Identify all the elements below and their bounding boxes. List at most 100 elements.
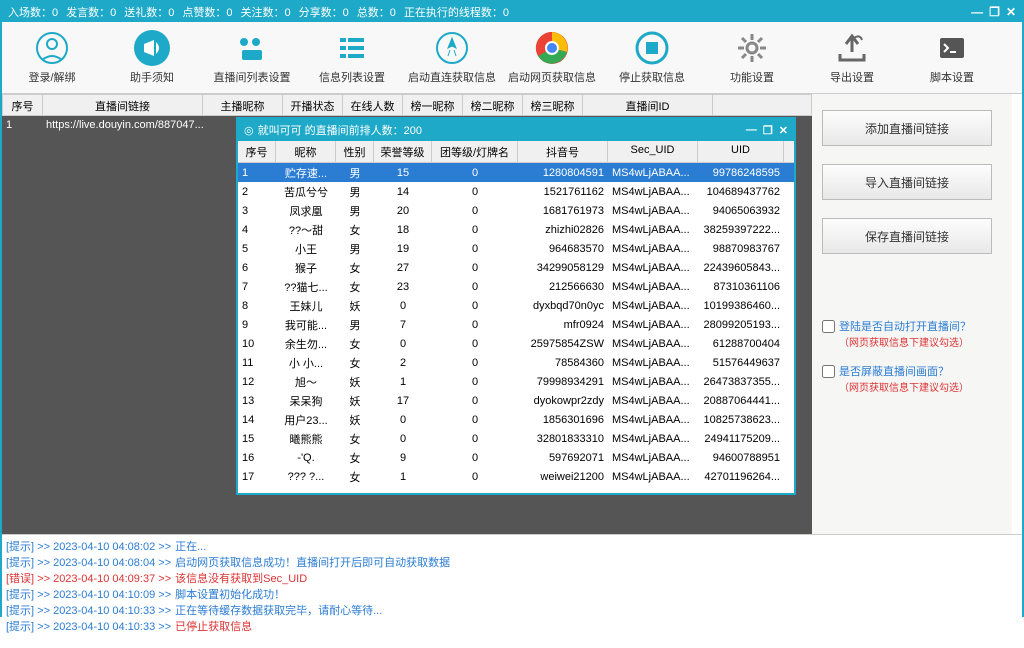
mcol-gender[interactable]: 性别 (336, 141, 374, 162)
stat-enter: 入场数：0 (8, 4, 58, 20)
check-autoopen-hint: （网页获取信息下建议勾选） (839, 334, 971, 349)
check-autoopen-label: 登陆是否自动打开直播间？ (839, 318, 971, 334)
assist-button[interactable]: 助手须知 (102, 26, 202, 89)
cell-sec: MS4wLjABAA... (608, 414, 698, 426)
mcol-nick[interactable]: 昵称 (276, 141, 336, 162)
cell-team: 0 (432, 319, 518, 331)
cell-douyin: dyxbqd70n0yc (518, 300, 608, 312)
roomlist-button[interactable]: 直播间列表设置 (202, 26, 302, 89)
col-status[interactable]: 开播状态 (283, 95, 343, 115)
modal-close-button[interactable]: ✕ (779, 124, 788, 137)
cell-honor: 17 (374, 395, 432, 407)
cell-sec: MS4wLjABAA... (608, 205, 698, 217)
cell-gender: 女 (336, 450, 374, 466)
stat-gift: 送礼数：0 (124, 4, 174, 20)
col-rank1[interactable]: 榜一昵称 (403, 95, 463, 115)
start-web-button[interactable]: 启动网页获取信息 (502, 26, 602, 89)
cell-nick: 我可能... (276, 317, 336, 333)
log-message: 脚本设置初始化成功！ (175, 587, 285, 603)
modal-row[interactable]: 7??猫七...女230212566630MS4wLjABAA...873103… (238, 277, 794, 296)
check-block-video-box[interactable] (822, 365, 835, 378)
modal-title-bar[interactable]: ◎ 就叫可可 的直播间前排人数：200 — ❐ ✕ (238, 119, 794, 141)
rocket-icon (434, 30, 470, 66)
mcol-uid[interactable]: UID (698, 141, 784, 162)
add-link-button[interactable]: 添加直播间链接 (822, 110, 992, 146)
cell-link: https://live.douyin.com/887047... (42, 119, 222, 131)
col-rank3[interactable]: 榜三昵称 (523, 95, 583, 115)
cell-team: 0 (432, 357, 518, 369)
modal-row[interactable]: 11小 小...女2078584360MS4wLjABAA...51576449… (238, 353, 794, 372)
cell-nick: -'Q. (276, 452, 336, 464)
log-prefix: [提示] >> 2023-04-10 04:08:02 >> (6, 539, 171, 555)
cell-honor: 9 (374, 452, 432, 464)
cell-douyin: 1681761973 (518, 205, 608, 217)
modal-row[interactable]: 13呆呆狗妖170dyokowpr2zdyMS4wLjABAA...208870… (238, 391, 794, 410)
cell-uid: 94065063932 (698, 205, 784, 217)
modal-row[interactable]: 1贮存速...男1501280804591MS4wLjABAA...997862… (238, 163, 794, 182)
save-link-button[interactable]: 保存直播间链接 (822, 218, 992, 254)
cell-seq: 8 (238, 300, 276, 312)
modal-row[interactable]: 8王妹儿妖00dyxbqd70n0ycMS4wLjABAA...10199386… (238, 296, 794, 315)
modal-row[interactable]: 12旭～妖1079998934291MS4wLjABAA...264738373… (238, 372, 794, 391)
mcol-sec[interactable]: Sec_UID (608, 141, 698, 162)
cell-team: 0 (432, 281, 518, 293)
cell-honor: 2 (374, 357, 432, 369)
log-message: 已停止获取信息 (175, 619, 252, 635)
modal-body[interactable]: 1贮存速...男1501280804591MS4wLjABAA...997862… (238, 163, 794, 493)
modal-row[interactable]: 17??? ?...女10weiwei21200MS4wLjABAA...427… (238, 467, 794, 486)
modal-row[interactable]: 14用户23...妖001856301696MS4wLjABAA...10825… (238, 410, 794, 429)
func-button[interactable]: 功能设置 (702, 26, 802, 89)
cell-gender: 女 (336, 336, 374, 352)
import-link-button[interactable]: 导入直播间链接 (822, 164, 992, 200)
log-message: 该信息没有获取到Sec_UID (175, 571, 307, 587)
modal-row[interactable]: 15曦熊熊女0032801833310MS4wLjABAA...24941175… (238, 429, 794, 448)
modal-row[interactable]: 10余生勿...女0025975854ZSWMS4wLjABAA...61288… (238, 334, 794, 353)
modal-row[interactable]: 9我可能...男70mfr0924MS4wLjABAA...2809920519… (238, 315, 794, 334)
check-autoopen-box[interactable] (822, 320, 835, 333)
modal-maximize-button[interactable]: ❐ (763, 124, 773, 137)
cell-honor: 0 (374, 300, 432, 312)
log-line: [提示] >> 2023-04-10 04:10:09 >>脚本设置初始化成功！ (6, 587, 1018, 603)
check-block-video[interactable]: 是否屏蔽直播间画面？ （网页获取信息下建议勾选） (822, 363, 1002, 394)
modal-minimize-button[interactable]: — (746, 124, 757, 137)
mcol-douyin[interactable]: 抖音号 (518, 141, 608, 162)
window-controls: — ❐ ✕ (971, 5, 1016, 19)
mcol-seq[interactable]: 序号 (238, 141, 276, 162)
modal-row[interactable]: 6猴子女27034299058129MS4wLjABAA...224396058… (238, 258, 794, 277)
modal-row[interactable]: 4??～甜女180zhizhi02826MS4wLjABAA...3825939… (238, 220, 794, 239)
log-panel[interactable]: [提示] >> 2023-04-10 04:08:02 >>正在...[提示] … (2, 534, 1022, 648)
col-seq[interactable]: 序号 (3, 95, 43, 115)
col-online[interactable]: 在线人数 (343, 95, 403, 115)
modal-row[interactable]: 3凤求凰男2001681761973MS4wLjABAA...940650639… (238, 201, 794, 220)
cell-uid: 104689437762 (698, 186, 784, 198)
export-button[interactable]: 导出设置 (802, 26, 902, 89)
check-block-video-label: 是否屏蔽直播间画面？ (839, 363, 969, 379)
cell-seq: 16 (238, 452, 276, 464)
maximize-button[interactable]: ❐ (989, 5, 1000, 19)
start-direct-button[interactable]: 启动直连获取信息 (402, 26, 502, 89)
check-autoopen[interactable]: 登陆是否自动打开直播间？ （网页获取信息下建议勾选） (822, 318, 1002, 349)
modal-row[interactable]: 2苦瓜兮兮男1401521761162MS4wLjABAA...10468943… (238, 182, 794, 201)
close-button[interactable]: ✕ (1006, 5, 1016, 19)
cell-nick: ??? ?... (276, 471, 336, 483)
col-anchor[interactable]: 主播昵称 (203, 95, 283, 115)
infolist-button[interactable]: 信息列表设置 (302, 26, 402, 89)
modal-row[interactable]: 16-'Q.女90597692071MS4wLjABAA...946007889… (238, 448, 794, 467)
login-button[interactable]: 登录/解绑 (2, 26, 102, 89)
gear-icon (734, 30, 770, 66)
script-button[interactable]: 脚本设置 (902, 26, 1002, 89)
cell-sec: MS4wLjABAA... (608, 300, 698, 312)
col-rank2[interactable]: 榜二昵称 (463, 95, 523, 115)
col-link[interactable]: 直播间链接 (43, 95, 203, 115)
cell-douyin: 25975854ZSW (518, 338, 608, 350)
stat-share: 分享数：0 (299, 4, 349, 20)
stat-total: 总数：0 (357, 4, 396, 20)
cell-douyin: 32801833310 (518, 433, 608, 445)
minimize-button[interactable]: — (971, 5, 983, 19)
mcol-team[interactable]: 团等级/灯牌名 (432, 141, 518, 162)
stop-button[interactable]: 停止获取信息 (602, 26, 702, 89)
modal-row[interactable]: 5小王男190964683570MS4wLjABAA...98870983767 (238, 239, 794, 258)
col-roomid[interactable]: 直播间ID (583, 95, 713, 115)
mcol-honor[interactable]: 荣誉等级 (374, 141, 432, 162)
cell-sec: MS4wLjABAA... (608, 452, 698, 464)
